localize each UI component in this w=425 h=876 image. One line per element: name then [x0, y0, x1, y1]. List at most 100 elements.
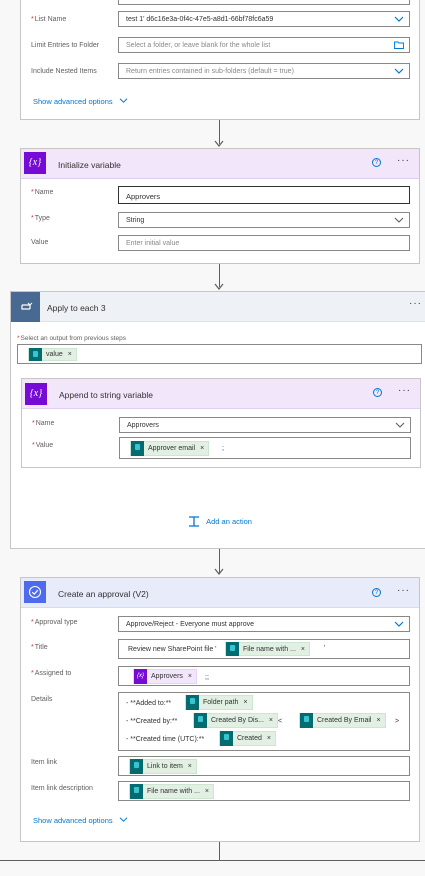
value-token[interactable]: value × — [28, 348, 77, 361]
remove-token-icon[interactable]: × — [205, 788, 209, 795]
card-title: Apply to each 3 — [47, 303, 106, 313]
approvers-token[interactable]: {x} Approvers × — [133, 669, 197, 684]
initialize-variable-card: {x} Initialize variable ? ··· *Name Appr… — [20, 148, 420, 264]
item-link-label: Item link — [31, 759, 58, 766]
link-to-item-token[interactable]: Link to item × — [129, 759, 197, 774]
assigned-to-label: *Assigned to — [31, 670, 72, 677]
variable-icon: {x} — [25, 383, 47, 405]
details-input[interactable]: - **Added to:** Folder path × - **Create… — [118, 692, 410, 751]
chevron-down-icon — [394, 68, 404, 74]
help-icon[interactable]: ? — [373, 388, 382, 397]
sharepoint-icon — [186, 695, 199, 710]
more-options-icon[interactable]: ··· — [409, 298, 422, 309]
file-name-token[interactable]: File name with ... × — [225, 642, 311, 656]
file-name-token[interactable]: File name with ... × — [129, 784, 215, 799]
list-name-dropdown[interactable]: test 1' d6c16e3a-0f4c-47e5-a8d1-66bf78fc… — [118, 11, 410, 27]
limit-folder-input[interactable]: Select a folder, or leave blank for the … — [118, 37, 410, 53]
approval-type-value: Approve/Reject - Everyone must approve — [126, 621, 255, 628]
list-name-label: *List Name — [31, 16, 67, 23]
variable-type-dropdown[interactable]: String — [118, 212, 410, 228]
append-variable-header[interactable]: {x} Append to string variable ? ··· — [22, 379, 420, 409]
select-output-label: *Select an output from previous steps — [17, 335, 127, 342]
remove-token-icon[interactable]: × — [68, 351, 72, 358]
sharepoint-icon — [131, 441, 144, 456]
more-options-icon[interactable]: ··· — [397, 585, 410, 596]
title-prefix-text: Review new SharePoint file ' — [128, 646, 217, 653]
initialize-variable-header[interactable]: {x} Initialize variable ? ··· — [21, 149, 419, 179]
variable-value-input[interactable]: Enter initial value — [118, 235, 410, 251]
remove-token-icon[interactable]: × — [188, 763, 192, 770]
help-icon[interactable]: ? — [372, 158, 381, 167]
more-options-icon[interactable]: ··· — [398, 385, 411, 396]
variable-value-placeholder: Enter initial value — [126, 240, 180, 247]
remove-token-icon[interactable]: × — [243, 699, 247, 706]
chevron-down-icon — [395, 422, 405, 428]
append-name-value: Approvers — [127, 422, 159, 429]
remove-token-icon[interactable]: × — [188, 673, 192, 680]
append-value-input[interactable]: Approver email × ; — [119, 437, 411, 459]
show-advanced-options-link[interactable]: Show advanced options — [33, 97, 128, 106]
append-string-variable-card: {x} Append to string variable ? ··· *Nam… — [21, 378, 421, 468]
created-by-display-token[interactable]: Created By Dis... × — [193, 713, 279, 728]
list-name-value: test 1' d6c16e3a-0f4c-47e5-a8d1-66bf78fc… — [126, 16, 274, 23]
append-name-dropdown[interactable]: Approvers — [119, 417, 411, 433]
apply-to-each-header[interactable]: Apply to each 3 ··· — [11, 292, 425, 322]
created-token[interactable]: Created × — [219, 731, 276, 746]
card-title: Initialize variable — [58, 160, 121, 170]
show-advanced-options-link[interactable]: Show advanced options — [33, 816, 128, 825]
item-link-description-label: Item link description — [31, 785, 93, 792]
details-lt-text: < — [278, 718, 283, 725]
folder-path-token[interactable]: Folder path × — [185, 695, 253, 710]
loop-icon — [21, 302, 33, 310]
details-gt-text: > — [395, 718, 400, 725]
more-options-icon[interactable]: ··· — [397, 155, 410, 166]
item-link-input[interactable]: Link to item × — [118, 756, 410, 776]
create-approval-header[interactable]: Create an approval (V2) ? ··· — [21, 578, 419, 608]
variable-name-input[interactable]: Approvers — [118, 186, 410, 204]
select-output-input[interactable]: value × — [17, 344, 422, 364]
chevron-down-icon — [119, 817, 128, 822]
approver-email-token[interactable]: Approver email × — [130, 441, 210, 456]
approval-type-label: *Approval type — [31, 619, 78, 626]
variable-type-value: String — [126, 217, 145, 224]
approval-title-input[interactable]: Review new SharePoint file ' File name w… — [118, 639, 410, 659]
remove-token-icon[interactable]: × — [200, 445, 204, 452]
help-icon[interactable]: ? — [372, 588, 381, 597]
connector-line — [219, 842, 220, 860]
remove-token-icon[interactable]: × — [301, 646, 305, 653]
details-added-to-text: - **Added to:** — [126, 700, 172, 707]
variable-icon: {x} — [134, 669, 147, 684]
nested-items-dropdown[interactable]: Return entries contained in sub-folders … — [118, 63, 410, 79]
assigned-to-input[interactable]: {x} Approvers × ;; — [118, 666, 410, 686]
name-label: *Name — [32, 420, 55, 427]
loop-icon-box — [11, 292, 40, 322]
bottom-divider — [0, 860, 425, 861]
value-label: *Value — [32, 442, 54, 449]
sharepoint-icon — [300, 713, 313, 728]
sharepoint-icon — [220, 731, 233, 746]
nested-items-label: Include Nested Items — [31, 68, 97, 75]
remove-token-icon[interactable]: × — [269, 717, 273, 724]
limit-folder-placeholder: Select a folder, or leave blank for the … — [126, 42, 271, 49]
variable-icon: {x} — [24, 152, 46, 174]
folder-icon[interactable] — [394, 41, 404, 49]
remove-token-icon[interactable]: × — [376, 717, 380, 724]
arrow-down-icon — [214, 283, 224, 290]
apply-to-each-card: Apply to each 3 ··· *Select an output fr… — [10, 291, 425, 549]
remove-token-icon[interactable]: × — [267, 735, 271, 742]
top-field-edge — [118, 0, 410, 5]
add-action-icon — [189, 516, 199, 527]
sharepoint-icon — [29, 348, 42, 361]
title-suffix-text: ' — [324, 645, 326, 652]
value-label: Value — [31, 239, 49, 246]
add-action-button[interactable]: Add an action — [188, 516, 252, 527]
arrow-down-icon — [214, 568, 224, 575]
get-items-card: *List Name test 1' d6c16e3a-0f4c-47e5-a8… — [20, 0, 420, 120]
created-by-email-token[interactable]: Created By Email × — [299, 713, 386, 728]
details-label: Details — [31, 696, 53, 703]
details-created-by-text: - **Created by:** — [126, 718, 178, 725]
approval-type-dropdown[interactable]: Approve/Reject - Everyone must approve — [118, 616, 410, 632]
variable-name-value: Approvers — [126, 192, 161, 201]
item-link-description-input[interactable]: File name with ... × — [118, 781, 410, 801]
sharepoint-icon — [194, 713, 207, 728]
